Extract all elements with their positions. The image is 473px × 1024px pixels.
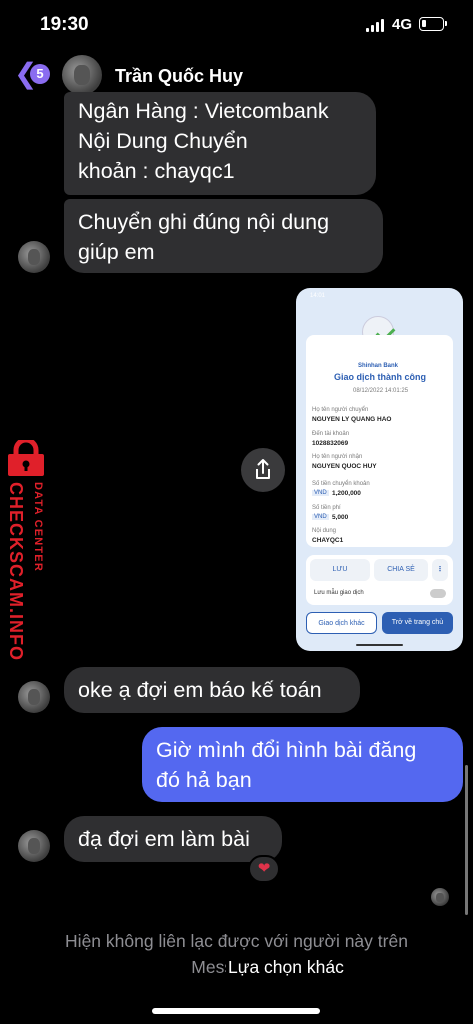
receipt-status-time: 14:01 <box>310 293 326 299</box>
watermark-subtitle: DATA CENTER <box>32 482 44 572</box>
message-text: đó hả bạn <box>156 768 252 792</box>
receiver-value: NGUYEN QUOC HUY <box>312 463 377 470</box>
contact-avatar[interactable] <box>62 55 102 95</box>
fee-label: Số tiền phí <box>312 505 341 511</box>
receipt-title: Giao dịch thành công <box>334 372 426 382</box>
amount-value: 1,200,000 <box>332 490 361 497</box>
share-icon <box>256 459 270 479</box>
message-text: đạ đợi em làm bài <box>78 827 250 851</box>
receipt-home-indicator <box>356 644 403 646</box>
save-button: LƯU <box>310 559 370 581</box>
message-text: Ngân Hàng : Vietcombank <box>78 99 329 123</box>
heart-reaction-icon[interactable]: ❤ <box>248 855 280 883</box>
contact-name[interactable]: Trần Quốc Huy <box>115 66 243 87</box>
message-bubble[interactable]: đạ đợi em làm bài <box>64 816 282 862</box>
watermark: DATA CENTER CHECKSCAM.INFO <box>2 482 44 662</box>
save-template-toggle <box>430 589 446 598</box>
receipt-card: Shinhan Bank Giao dịch thành công 08/12/… <box>306 335 453 547</box>
fee-value: 5,000 <box>332 514 349 521</box>
message-bubble-outgoing[interactable]: Giờ mình đổi hình bài đăng đó hả bạn <box>142 727 463 802</box>
content-value: CHAYQC1 <box>312 537 344 544</box>
save-template-label: Lưu mẫu giao dịch <box>314 590 364 596</box>
scrollbar[interactable] <box>465 765 468 915</box>
more-icon: ⋮ <box>432 559 448 581</box>
status-time: 19:30 <box>40 14 89 35</box>
message-text: giúp em <box>78 240 155 264</box>
home-indicator[interactable] <box>152 1008 320 1014</box>
share-receipt-button: CHIA SẺ <box>374 559 428 581</box>
receiver-label: Họ tên người nhận <box>312 454 363 460</box>
lock-icon <box>8 440 44 476</box>
message-text: Giờ mình đổi hình bài đăng <box>156 738 417 762</box>
content-label: Nội dung <box>312 528 337 534</box>
network-type: 4G <box>392 16 413 33</box>
watermark-title: CHECKSCAM.INFO <box>6 482 26 661</box>
message-text: oke ạ đợi em báo kế toán <box>78 678 322 702</box>
message-bubble[interactable]: oke ạ đợi em báo kế toán <box>64 667 360 713</box>
sender-avatar[interactable] <box>18 681 50 713</box>
receipt-datetime: 08/12/2022 14:01:25 <box>353 388 409 394</box>
battery-icon <box>419 17 447 31</box>
account-label: Đến tài khoản <box>312 431 350 437</box>
transfer-receipt-image[interactable]: 14:01 Shinhan Bank Giao dịch thành công … <box>296 288 463 651</box>
sender-label: Họ tên người chuyển <box>312 407 369 413</box>
sender-value: NGUYEN LY QUANG HAO <box>312 416 392 423</box>
currency-tag: VND <box>312 514 329 520</box>
message-bubble[interactable]: Chuyển ghi đúng nội dung giúp em <box>64 199 383 273</box>
amount-label: Số tiền chuyển khoản <box>312 481 370 487</box>
message-text: Nội Dung Chuyển <box>78 129 248 153</box>
seen-avatar <box>431 888 449 906</box>
other-options-link[interactable]: Lựa chọn khác <box>226 954 344 980</box>
receipt-actions-card: LƯU CHIA SẺ ⋮ Lưu mẫu giao dịch <box>306 555 453 605</box>
bank-name: Shinhan Bank <box>358 363 399 369</box>
currency-tag: VND <box>312 490 329 496</box>
other-transaction-button: Giao dịch khác <box>306 612 377 634</box>
sender-avatar[interactable] <box>18 830 50 862</box>
sender-avatar[interactable] <box>18 241 50 273</box>
share-button[interactable] <box>241 448 285 492</box>
message-bubble[interactable]: Ngân Hàng : Vietcombank Nội Dung Chuyển … <box>64 92 376 195</box>
unread-count-badge: 5 <box>30 64 50 84</box>
signal-icon <box>366 19 386 32</box>
message-text: Chuyển ghi đúng nội dung <box>78 210 330 234</box>
back-home-button: Trở về trang chủ <box>382 612 453 634</box>
message-text: khoản : chayqc1 <box>78 159 235 183</box>
account-value: 1028832069 <box>312 440 349 447</box>
